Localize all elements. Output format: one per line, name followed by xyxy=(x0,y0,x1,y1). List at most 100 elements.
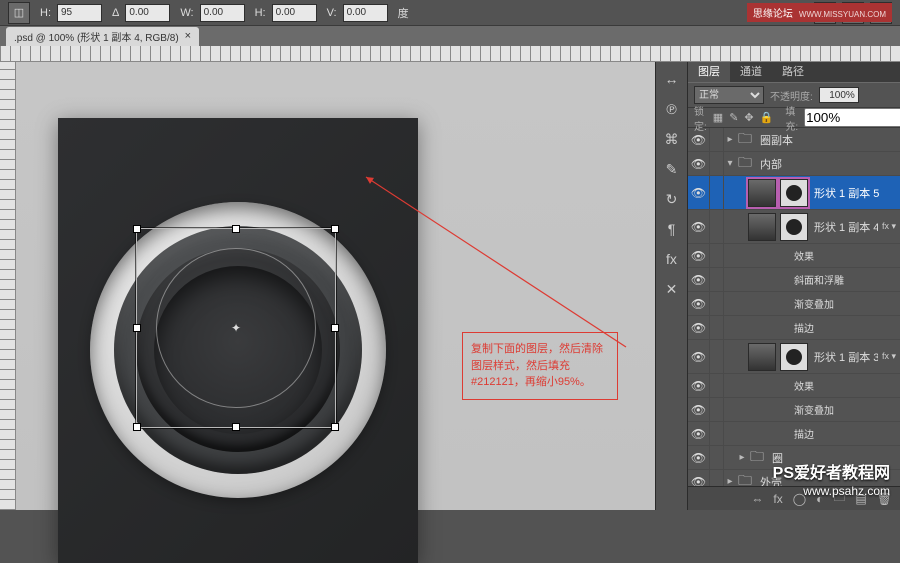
tab-channels[interactable]: 通道 xyxy=(730,60,772,82)
visibility-toggle[interactable]: 👁 xyxy=(688,422,710,445)
effect-name: 渐变叠加 xyxy=(724,402,900,417)
h-label: H: xyxy=(40,7,51,19)
dock-icon[interactable]: ↔ xyxy=(663,70,681,88)
document-tab[interactable]: .psd @ 100% (形状 1 副本 4, RGB/8) × xyxy=(6,27,199,46)
dock-icon[interactable]: ⌘ xyxy=(663,130,681,148)
h2-input[interactable] xyxy=(272,4,317,22)
lock-brush-icon[interactable]: ✎ xyxy=(729,111,738,124)
visibility-toggle[interactable]: 👁 xyxy=(688,470,710,486)
lock-move-icon[interactable]: ✥ xyxy=(744,111,753,124)
delta-input[interactable] xyxy=(125,4,170,22)
effect-name: 描边 xyxy=(724,320,900,335)
visibility-toggle[interactable]: 👁 xyxy=(688,268,710,291)
panel-tabs: 图层 通道 路径 xyxy=(688,62,900,82)
visibility-toggle[interactable]: 👁 xyxy=(688,340,710,373)
vector-mask-thumb[interactable] xyxy=(780,343,808,371)
visibility-toggle[interactable]: 👁 xyxy=(688,152,710,175)
delta-label: Δ xyxy=(112,7,119,19)
blend-mode-select[interactable]: 正常 xyxy=(694,86,764,104)
effect-row[interactable]: 👁斜面和浮雕 xyxy=(688,268,900,292)
visibility-toggle[interactable]: 👁 xyxy=(688,446,710,469)
visibility-toggle[interactable]: 👁 xyxy=(688,398,710,421)
layer-row[interactable]: 👁 ▸🗀圈副本 xyxy=(688,128,900,152)
layers-panel: 图层 通道 路径 正常 不透明度: 锁定: ▦ ✎ ✥ 🔒 填充: 👁▸🗀圈副本… xyxy=(687,62,900,510)
layer-thumb[interactable] xyxy=(748,179,776,207)
visibility-toggle[interactable]: 👁 xyxy=(688,292,710,315)
handle-left[interactable] xyxy=(133,324,141,332)
free-transform-bounds[interactable]: ✦ xyxy=(136,228,336,428)
canvas-area[interactable]: ✦ 复制下面的图层，然后清除图层样式，然后填充#212121，再缩小95%。 xyxy=(16,62,655,510)
disclosure-triangle[interactable]: ▸ xyxy=(724,476,736,486)
layer-name: 内部 xyxy=(758,156,900,172)
transform-center-icon[interactable]: ✦ xyxy=(231,321,241,335)
h-input[interactable] xyxy=(57,4,102,22)
opacity-label: 不透明度: xyxy=(770,88,813,103)
layer-row[interactable]: 👁 ▾🗀内部 xyxy=(688,152,900,176)
vector-mask-thumb[interactable] xyxy=(780,213,808,241)
dock-icon[interactable]: ↻ xyxy=(663,190,681,208)
w-input[interactable] xyxy=(200,4,245,22)
effect-name: 效果 xyxy=(724,378,900,393)
layer-row[interactable]: 👁形状 1 副本 3fx ▾ xyxy=(688,340,900,374)
effect-row[interactable]: 👁 渐变叠加 xyxy=(688,398,900,422)
disclosure-triangle[interactable]: ▸ xyxy=(724,134,736,145)
dock-icon[interactable]: ✕ xyxy=(663,280,681,298)
ruler-vertical[interactable] xyxy=(0,62,16,510)
handle-bottom[interactable] xyxy=(232,423,240,431)
layer-thumb[interactable] xyxy=(748,343,776,371)
folder-icon: 🗀 xyxy=(736,129,754,151)
effect-name: 效果 xyxy=(724,248,900,263)
layer-name: 形状 1 副本 5 xyxy=(812,185,900,201)
dock-icon[interactable]: fx xyxy=(663,250,681,268)
disclosure-triangle[interactable]: ▾ xyxy=(724,158,736,169)
folder-icon: 🗀 xyxy=(748,447,766,469)
watermark-bottom: PS爱好者教程网www.psahz.com xyxy=(773,464,890,500)
fx-badge[interactable]: fx ▾ xyxy=(878,221,900,232)
close-tab-icon[interactable]: × xyxy=(185,30,191,42)
fx-badge[interactable]: fx ▾ xyxy=(878,351,900,362)
vector-mask-thumb[interactable] xyxy=(780,179,808,207)
lock-all-icon[interactable]: 🔒 xyxy=(760,111,774,124)
dock-icon[interactable]: ℗ xyxy=(663,100,681,118)
unit-label: 度 xyxy=(398,5,409,21)
ruler-horizontal[interactable] xyxy=(0,46,900,62)
tab-layers[interactable]: 图层 xyxy=(688,60,730,82)
effect-row[interactable]: 👁 效果 xyxy=(688,244,900,268)
fill-input[interactable] xyxy=(804,108,900,127)
effect-row[interactable]: 👁 渐变叠加 xyxy=(688,292,900,316)
dock-icon[interactable]: ¶ xyxy=(663,220,681,238)
handle-right[interactable] xyxy=(331,324,339,332)
layer-row[interactable]: 👁 形状 1 副本 5 xyxy=(688,176,900,210)
layer-thumb[interactable] xyxy=(748,213,776,241)
handle-top-right[interactable] xyxy=(331,225,339,233)
tab-paths[interactable]: 路径 xyxy=(772,60,814,82)
handle-bottom-right[interactable] xyxy=(331,423,339,431)
visibility-toggle[interactable]: 👁 xyxy=(688,210,710,243)
effect-row[interactable]: 👁 描边 xyxy=(688,316,900,340)
opacity-input[interactable] xyxy=(819,87,859,103)
effect-name: 渐变叠加 xyxy=(724,296,900,311)
w-label: W: xyxy=(180,7,193,19)
visibility-toggle[interactable]: 👁 xyxy=(688,374,710,397)
visibility-toggle[interactable]: 👁 xyxy=(688,128,710,151)
folder-icon: 🗀 xyxy=(736,153,754,175)
disclosure-triangle[interactable]: ▸ xyxy=(736,452,748,463)
visibility-toggle[interactable]: 👁 xyxy=(688,176,710,209)
handle-top[interactable] xyxy=(232,225,240,233)
handle-top-left[interactable] xyxy=(133,225,141,233)
lock-pixels-icon[interactable]: ▦ xyxy=(713,111,723,124)
layer-name: 形状 1 副本 4 xyxy=(812,219,878,235)
visibility-toggle[interactable]: 👁 xyxy=(688,244,710,267)
h2-label: H: xyxy=(255,7,266,19)
link-layers-icon[interactable]: ⇔ xyxy=(751,492,763,506)
v-input[interactable] xyxy=(343,4,388,22)
layer-name: 圈副本 xyxy=(758,132,900,148)
visibility-toggle[interactable]: 👁 xyxy=(688,316,710,339)
v-label: V: xyxy=(327,7,337,19)
dock-icon[interactable]: ✎ xyxy=(663,160,681,178)
layer-row[interactable]: 👁 形状 1 副本 4fx ▾ xyxy=(688,210,900,244)
tab-title: .psd @ 100% (形状 1 副本 4, RGB/8) xyxy=(14,29,179,44)
handle-bottom-left[interactable] xyxy=(133,423,141,431)
effect-row[interactable]: 👁描边 xyxy=(688,422,900,446)
effect-row[interactable]: 👁 效果 xyxy=(688,374,900,398)
